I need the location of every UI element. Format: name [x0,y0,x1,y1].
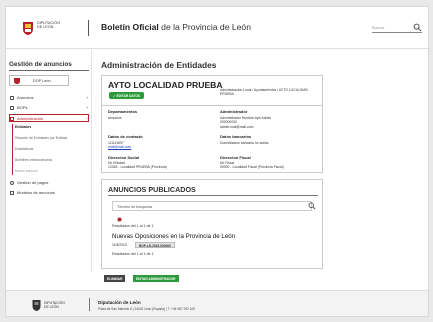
announcements-search-input[interactable]: Término de búsqueda [112,201,312,211]
search-icon[interactable] [413,23,422,32]
header-search-input[interactable]: Buscar [372,23,422,33]
bancarios-label: Datos bancarios [220,134,252,139]
site-footer: DIPUTACIÓN DE LEÓN Diputación de León Pl… [6,290,428,316]
sidebar-item-administracion[interactable]: Administración [10,116,43,121]
diputacion-logo-text: DIPUTACIÓN DE LEÓN [37,21,60,29]
sidebar-item-anuncios[interactable]: Anuncios [10,95,33,100]
diputacion-shield-logo [32,300,41,311]
alert-icon [117,217,122,222]
collapse-icon[interactable]: − [86,116,88,121]
breadcrumb: Administración Local / Ayuntamientos / A… [220,88,309,96]
departamentos-label: Departamentos [108,109,138,114]
admin-label: Administrador [220,109,248,114]
sidebar-item-modelos[interactable]: Modelos de anuncios [10,190,55,195]
footer-address: Plaza de San Marcelo 6 | 24002 León (Esp… [98,307,196,311]
site-header: DIPUTACIÓN DE LEÓN Boletín Oficial de la… [6,7,428,49]
footer-divider [89,298,90,311]
admin-email: admin.mail@mail.com [220,124,254,129]
sidebar-item-label: Modelos de anuncios [17,190,55,195]
list-icon [10,95,14,100]
diputacion-shield-logo[interactable] [22,21,34,35]
card-divider [102,105,322,106]
user-name: DOP León [33,79,51,83]
book-icon [10,105,14,110]
contacto-email-link[interactable]: mail@mail.com [108,145,131,149]
site-title[interactable]: Boletín Oficial de la Provincia de León [101,22,251,32]
page-title: Administración de Entidades [101,60,217,70]
direccion-social-value: Dir Entidad 12345 - Localidad PRUEBA (Pr… [108,161,167,170]
logo-line-2: DE LEÓN [37,25,54,29]
contacto-label: Datos de contacto [108,134,143,139]
sidebar-item-label: Gestión de pagos [17,180,49,185]
entity-name: AYTO LOCALIDAD PRUEBA [108,80,223,90]
direccion-social-label: Dirección Social [108,155,140,160]
footer-logo-text: DIPUTACIÓN DE LEÓN [44,301,65,309]
entity-card: AYTO LOCALIDAD PRUEBA ✓ EDITAR DATOS Adm… [101,75,323,173]
footer-logo-line-2: DE LEÓN [44,305,59,309]
submenu-item-boletines[interactable]: Boletines extraordinarios [15,158,52,162]
header-divider [88,20,89,36]
direccion-fiscal-value: Dir Fiscal 00000 - Localidad Fiscal (Pro… [220,161,284,170]
admin-details: Administrador Nombre Ape Admin 000000000… [220,116,271,129]
page: DIPUTACIÓN DE LEÓN Boletín Oficial de la… [5,6,429,317]
announcements-divider [108,195,318,196]
search-icon[interactable] [308,202,316,210]
announcement-date: 11/8/2023 [112,243,127,247]
submenu-item-estadisticas[interactable]: Estadísticas [15,147,33,151]
entity-shield-icon [14,78,20,84]
sidebar: Gestión de anuncios DOP León Anuncios + … [6,50,92,272]
expand-icon[interactable]: + [86,95,88,100]
sidebar-item-bops[interactable]: BOPs [10,105,27,110]
departamentos-value: anuncios [108,116,122,120]
edit-data-button[interactable]: ✓ EDITAR DATOS [109,92,144,99]
document-icon [10,190,14,195]
results-count-bottom: Resultados del 1 al 1 de 1 [112,252,154,256]
delete-button[interactable]: ELIMINAR [104,275,126,282]
user-selector[interactable]: DOP León [9,75,69,86]
sidebar-title-underline [9,70,89,71]
expand-icon[interactable]: + [86,105,88,110]
results-count-top: Resultados del 1 al 1 de 1 [112,224,154,228]
sidebar-item-label: Anuncios [17,95,34,100]
sidebar-item-gestion-pagos[interactable]: Gestión de pagos [10,180,48,185]
site-title-bold: Boletín Oficial [101,22,159,32]
direccion-fiscal-label: Dirección Fiscal [220,155,251,160]
submenu-item-relacion-entidades[interactable]: Relación de Entidades por Entidad [15,136,67,140]
fiscal-line-2: 00000 - Localidad Fiscal (Provincia Fisc… [220,165,284,170]
footer-org-name: Diputación de León [98,300,141,305]
announcement-id-badge[interactable]: BOP-LE-2023-000000 [135,242,175,248]
announcements-title: ANUNCIOS PUBLICADOS [108,185,196,194]
submenu-item-entidades[interactable]: Entidades [15,125,31,129]
social-line-2: 12345 - Localidad PRUEBA (Provincia) [108,165,167,170]
contacto-details: 111111897 mail@mail.com [108,141,131,150]
bancarios-value: Domiciliación bancaria no activa [220,141,269,145]
announcement-title-link[interactable]: Nuevas Oposiciones en la Provincia de Le… [112,233,235,240]
sidebar-item-label: BOPs [17,105,28,110]
sidebar-title: Gestión de anuncios [9,61,72,68]
submenu-item-nuevo-anuncio[interactable]: Nuevo anuncio [15,169,38,173]
sidebar-item-label: Administración [17,116,44,121]
site-title-rest: de la Provincia de León [158,22,251,32]
submenu-indicator [12,124,13,175]
clock-icon [10,180,14,185]
gear-icon [10,116,14,121]
edit-admin-button[interactable]: EDITAR ADMINISTRADOR [133,275,179,282]
header-search-placeholder: Buscar [372,25,385,30]
